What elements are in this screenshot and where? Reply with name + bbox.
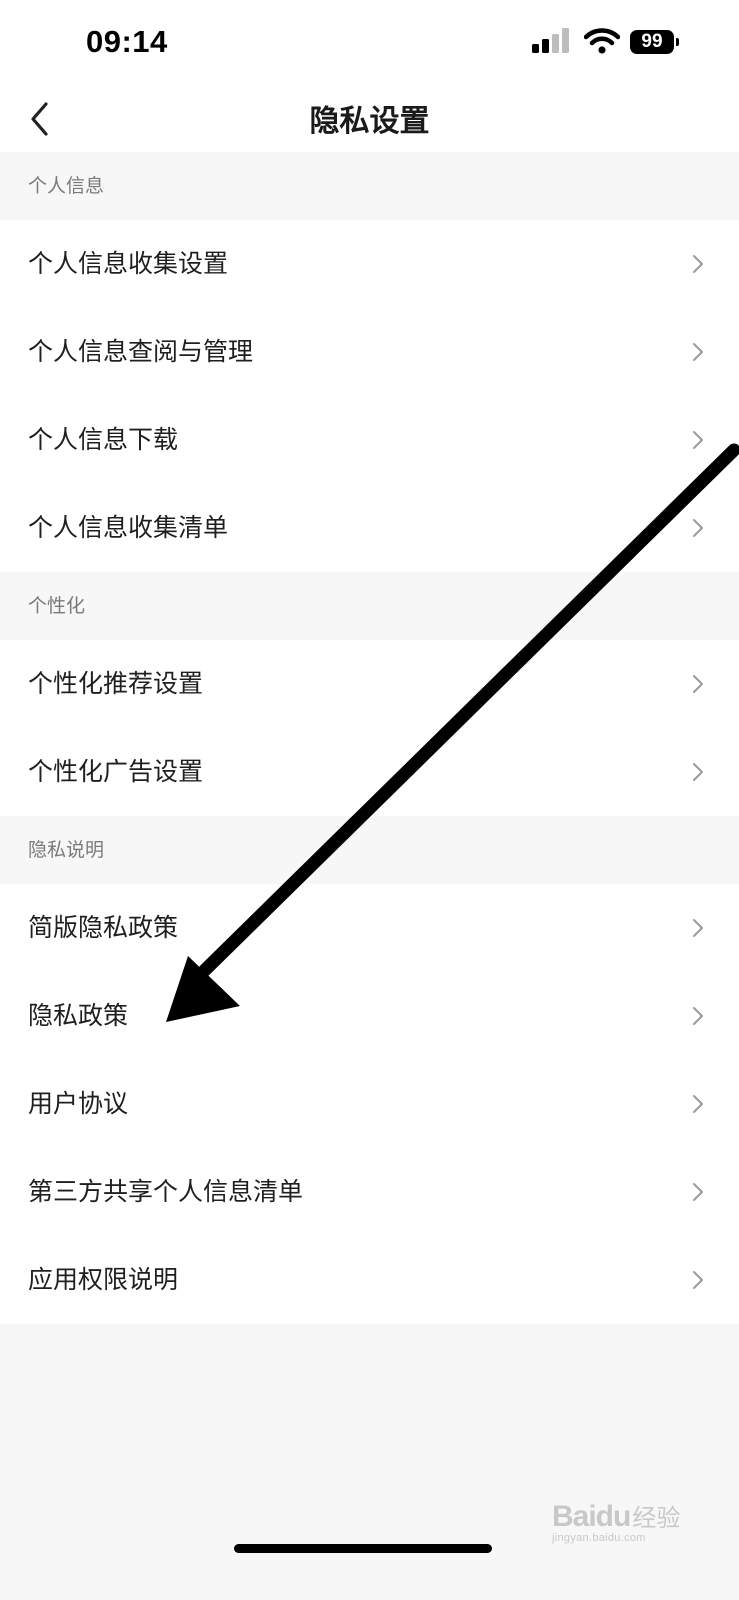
chevron-right-icon [693, 1095, 703, 1113]
list-item-label: 个性化广告设置 [28, 757, 204, 786]
list-item-user-agreement[interactable]: 用户协议 [0, 1060, 739, 1148]
list-item-label: 个人信息收集清单 [28, 513, 229, 542]
chevron-right-icon [693, 1183, 703, 1201]
status-bar: 09:14 99 [0, 0, 739, 86]
list-item-brief-privacy-policy[interactable]: 简版隐私政策 [0, 884, 739, 972]
list-item-label: 简版隐私政策 [28, 913, 179, 942]
list-item-view-and-manage[interactable]: 个人信息查阅与管理 [0, 308, 739, 396]
navigation-bar: 隐私设置 [0, 86, 739, 152]
chevron-right-icon [693, 519, 703, 537]
chevron-right-icon [693, 763, 703, 781]
list-item-ad-settings[interactable]: 个性化广告设置 [0, 728, 739, 816]
chevron-right-icon [693, 1271, 703, 1289]
chevron-right-icon [693, 343, 703, 361]
chevron-right-icon [693, 675, 703, 693]
watermark-logo: Baidu [552, 1500, 631, 1533]
chevron-right-icon [693, 919, 703, 937]
battery-level: 99 [630, 30, 674, 54]
chevron-right-icon [693, 431, 703, 449]
list-item-label: 个人信息下载 [28, 425, 179, 454]
list-item-app-permissions[interactable]: 应用权限说明 [0, 1236, 739, 1324]
status-time: 09:14 [86, 24, 168, 59]
list-item-label: 个人信息查阅与管理 [28, 337, 254, 366]
list-item-label: 第三方共享个人信息清单 [28, 1177, 304, 1206]
list-item-label: 个性化推荐设置 [28, 669, 204, 698]
chevron-right-icon [693, 255, 703, 273]
chevron-right-icon [693, 1007, 703, 1025]
settings-list: 个人信息 个人信息收集设置 个人信息查阅与管理 个人信息下载 个人信息收集清单 … [0, 152, 739, 1324]
battery-icon: 99 [630, 30, 679, 54]
list-item-download[interactable]: 个人信息下载 [0, 396, 739, 484]
home-indicator[interactable] [234, 1544, 492, 1553]
cellular-signal-icon [532, 28, 569, 53]
watermark-logo-cn: 经验 [632, 1505, 681, 1532]
list-item-label: 应用权限说明 [28, 1265, 179, 1294]
list-item-collection-settings[interactable]: 个人信息收集设置 [0, 220, 739, 308]
list-item-label: 用户协议 [28, 1089, 129, 1118]
list-item-collection-list[interactable]: 个人信息收集清单 [0, 484, 739, 572]
list-item-label: 个人信息收集设置 [28, 249, 229, 278]
list-item-third-party-sharing[interactable]: 第三方共享个人信息清单 [0, 1148, 739, 1236]
list-item-label: 隐私政策 [28, 1001, 129, 1030]
section-header-personal-info: 个人信息 [0, 152, 739, 220]
section-header-privacy-notes: 隐私说明 [0, 816, 739, 884]
section-header-personalization: 个性化 [0, 572, 739, 640]
list-item-privacy-policy[interactable]: 隐私政策 [0, 972, 739, 1060]
wifi-icon [584, 28, 620, 54]
baidu-jingyan-watermark: Baidu经验 jingyan.baidu.com [552, 1498, 702, 1568]
page-title: 隐私设置 [309, 104, 430, 139]
list-item-recommendation-settings[interactable]: 个性化推荐设置 [0, 640, 739, 728]
